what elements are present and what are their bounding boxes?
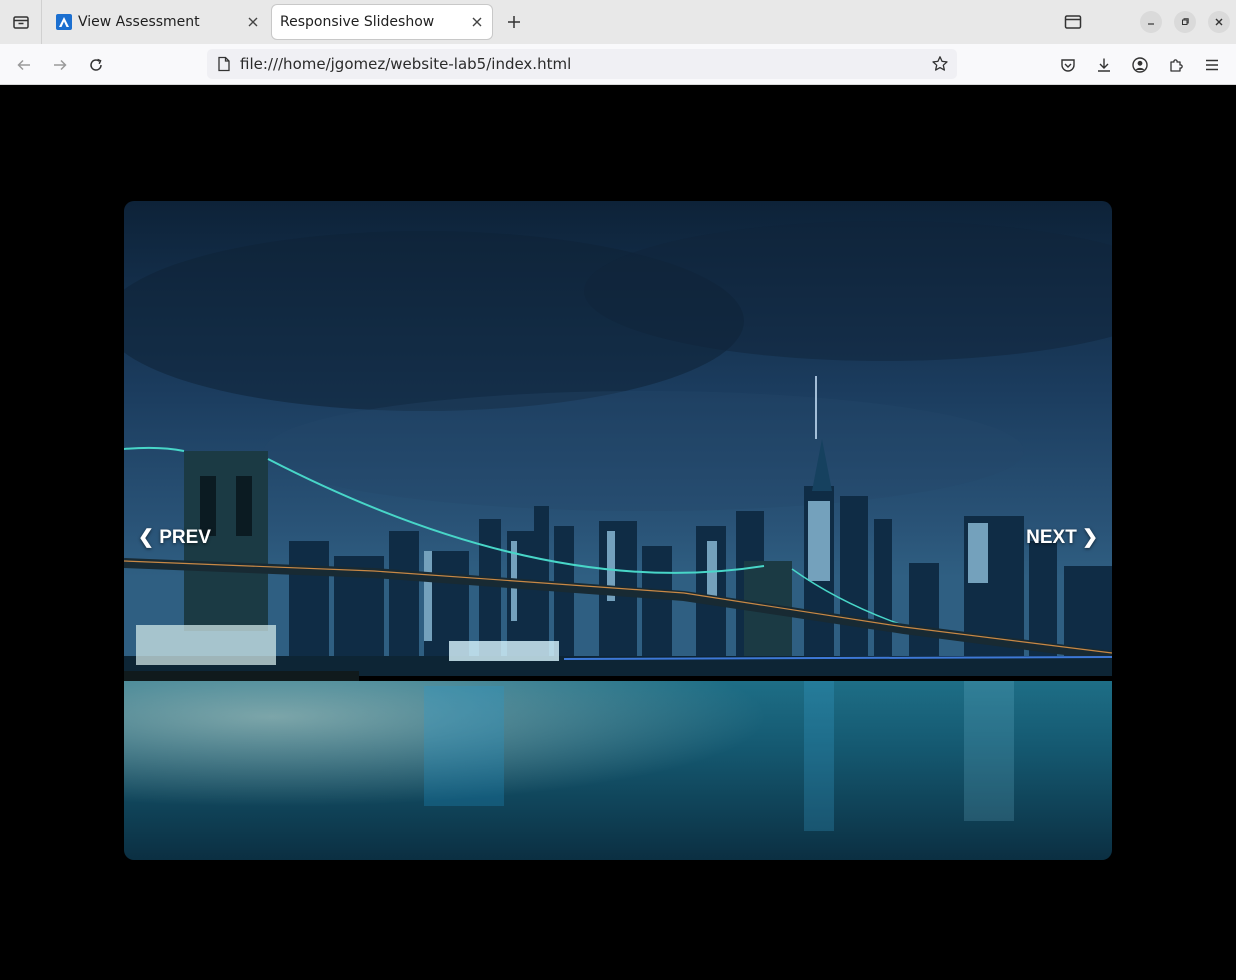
plus-icon — [508, 16, 520, 28]
arrow-right-icon — [54, 59, 67, 71]
puzzle-icon — [1170, 59, 1183, 72]
tab-overview-button[interactable] — [0, 0, 42, 44]
new-tab-button[interactable] — [503, 11, 525, 33]
app-menu-button[interactable] — [1199, 52, 1225, 78]
reload-button[interactable] — [83, 52, 109, 78]
close-icon — [1215, 18, 1223, 26]
account-icon — [1132, 57, 1148, 73]
hamburger-menu-icon — [1206, 59, 1218, 71]
close-tab-button[interactable] — [242, 11, 264, 33]
close-window-button[interactable] — [1208, 11, 1230, 33]
restore-button[interactable] — [1174, 11, 1196, 33]
reload-icon — [90, 58, 102, 71]
page-content: ❮ PREV NEXT ❯ — [0, 85, 1236, 980]
navigation-toolbar: file:///home/jgomez/website-lab5/index.h… — [0, 44, 1236, 85]
arrow-left-icon — [17, 59, 30, 71]
url-text[interactable]: file:///home/jgomez/website-lab5/index.h… — [240, 55, 927, 73]
window-icon — [1064, 15, 1082, 29]
tab-bar: View Assessment Responsive Slideshow — [0, 0, 1236, 44]
address-bar[interactable]: file:///home/jgomez/website-lab5/index.h… — [207, 49, 957, 79]
next-slide-button[interactable]: NEXT ❯ — [1026, 517, 1098, 557]
minimize-button[interactable] — [1140, 11, 1162, 33]
tab-label: Responsive Slideshow — [280, 14, 435, 30]
close-icon — [248, 17, 258, 27]
close-icon — [472, 17, 482, 27]
extensions-button[interactable] — [1163, 52, 1189, 78]
tab-view-assessment[interactable]: View Assessment — [46, 5, 268, 39]
bookmark-button[interactable] — [927, 51, 953, 77]
account-button[interactable] — [1127, 52, 1153, 78]
download-icon — [1098, 58, 1110, 72]
star-icon — [932, 56, 948, 71]
tab-list-icon — [12, 16, 29, 29]
pocket-button[interactable] — [1055, 52, 1081, 78]
prev-slide-button[interactable]: ❮ PREV — [138, 517, 211, 557]
slideshow-container: ❮ PREV NEXT ❯ — [124, 201, 1112, 860]
forward-button[interactable] — [47, 52, 73, 78]
downloads-button[interactable] — [1091, 52, 1117, 78]
slide-image — [124, 201, 1112, 860]
minimize-icon — [1148, 23, 1154, 25]
page-icon — [215, 55, 233, 73]
close-tab-button[interactable] — [466, 11, 488, 33]
back-button[interactable] — [11, 52, 37, 78]
tab-groups-button[interactable] — [1062, 11, 1084, 33]
pocket-icon — [1061, 59, 1075, 72]
tab-responsive-slideshow[interactable]: Responsive Slideshow — [272, 5, 492, 39]
restore-icon — [1182, 18, 1189, 25]
canvas-logo-icon — [56, 14, 72, 30]
tab-label: View Assessment — [78, 14, 200, 30]
